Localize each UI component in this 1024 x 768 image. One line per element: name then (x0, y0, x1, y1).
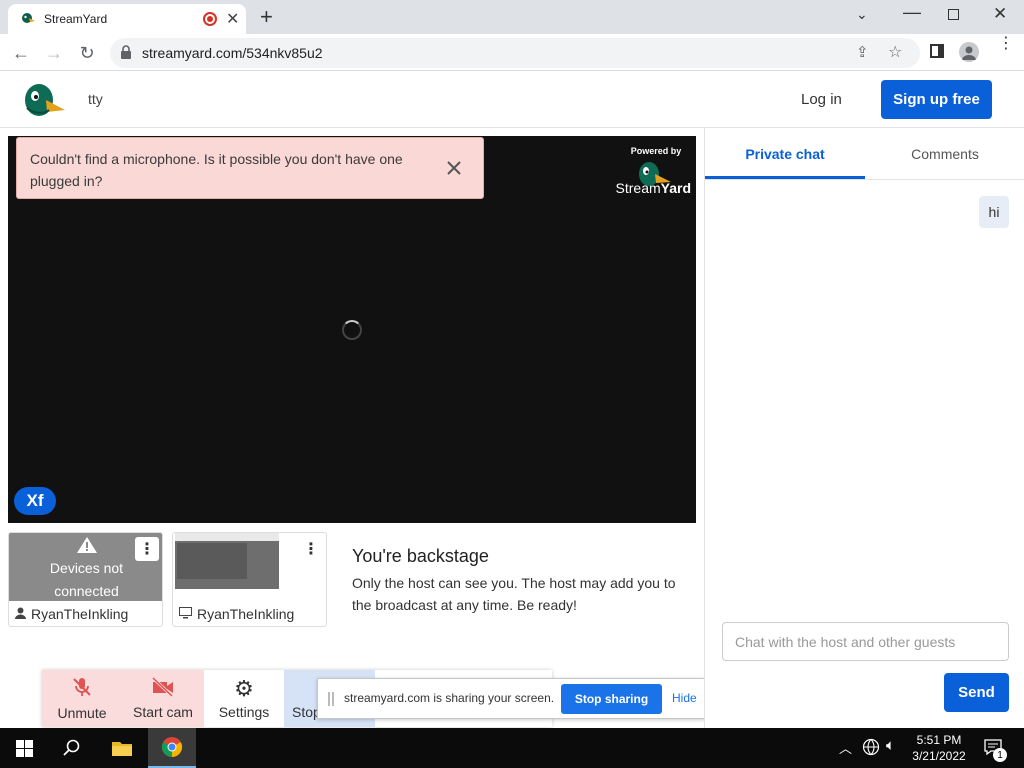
unmute-button[interactable]: Unmute (42, 670, 122, 727)
room-name: tty (88, 91, 103, 107)
notification-count-badge: 1 (993, 748, 1007, 762)
start-cam-button[interactable]: Start cam (122, 670, 204, 727)
browser-tabstrip: StreamYard ✕ + ⌄ — ✕ (0, 0, 1024, 34)
streamyard-favicon-icon (20, 11, 36, 32)
microphone-alert: Couldn't find a microphone. Is it possib… (16, 137, 484, 199)
address-bar[interactable]: streamyard.com/534nkv85u2 ⇪ ☆ (110, 38, 920, 68)
warning-icon (76, 536, 98, 559)
chrome-taskbar-icon[interactable] (148, 728, 196, 768)
close-alert-icon[interactable] (444, 158, 464, 178)
guest-name: RyanTheInkling (15, 606, 128, 622)
guest-tile-screen[interactable]: ⋮ RyanTheInkling (172, 532, 327, 627)
streamyard-logo[interactable] (22, 80, 66, 123)
close-window-icon[interactable]: ✕ (993, 4, 1007, 24)
forward-icon[interactable]: → (43, 42, 65, 64)
windows-start-icon[interactable] (0, 728, 48, 768)
tab-private-chat[interactable]: Private chat (705, 128, 865, 179)
devices-status: Devices not connected (49, 560, 124, 599)
login-link[interactable]: Log in (801, 91, 842, 108)
search-icon[interactable] (48, 728, 96, 768)
send-button[interactable]: Send (944, 673, 1009, 712)
screen-options-icon[interactable]: ⋮ (299, 537, 323, 561)
tray-chevron-icon[interactable]: ︿ (839, 738, 852, 757)
system-clock[interactable]: 5:51 PM 3/21/2022 (908, 732, 970, 764)
minimize-icon[interactable]: — (903, 2, 921, 23)
back-icon[interactable]: ← (10, 42, 32, 64)
close-tab-icon[interactable]: ✕ (226, 9, 239, 29)
screen-owner-name: RyanTheInkling (179, 606, 294, 622)
tab-comments[interactable]: Comments (865, 128, 1024, 179)
chat-input[interactable] (722, 622, 1009, 661)
mic-off-icon (71, 676, 93, 701)
url-text: streamyard.com/534nkv85u2 (142, 45, 323, 61)
screen-share-bar: streamyard.com is sharing your screen. S… (317, 678, 706, 719)
chrome-menu-icon[interactable]: ⋮ (998, 36, 1014, 52)
backstage-text: Only the host can see you. The host may … (352, 575, 676, 613)
reload-icon[interactable]: ↻ (76, 42, 98, 64)
profile-avatar-icon[interactable] (959, 42, 979, 62)
screen-share-preview (175, 533, 279, 589)
guest-tile-camera[interactable]: Devices not connected ⋮ RyanTheInkling (8, 532, 163, 627)
broadcast-stage: Couldn't find a microphone. Is it possib… (8, 136, 696, 523)
browser-toolbar: ← → ↻ streamyard.com/534nkv85u2 ⇪ ☆ ⋮ (0, 34, 1024, 71)
volume-icon[interactable]: 🔈︎ (886, 737, 895, 754)
file-explorer-icon[interactable] (98, 728, 146, 768)
backstage-title: You're backstage (352, 546, 489, 566)
side-panel-icon[interactable] (930, 44, 944, 58)
stop-sharing-button[interactable]: Stop sharing (561, 684, 662, 714)
alert-message: Couldn't find a microphone. Is it possib… (30, 151, 403, 189)
app-header: tty Log in Sign up free (0, 71, 1024, 128)
recording-icon (203, 12, 217, 26)
chat-message: hi (979, 196, 1009, 228)
browser-tab[interactable]: StreamYard ✕ (8, 4, 246, 34)
tab-title: StreamYard (44, 12, 108, 26)
powered-by-text: Powered by (630, 146, 682, 156)
new-tab-icon[interactable]: + (260, 4, 273, 30)
hide-link[interactable]: Hide (672, 691, 697, 705)
camera-off-icon (151, 676, 175, 700)
streamyard-duck-icon (637, 160, 673, 193)
lock-icon (120, 45, 132, 64)
powered-by-badge: Powered by StreamYard (611, 146, 691, 196)
settings-button[interactable]: ⚙ Settings (204, 670, 284, 727)
brand-badge[interactable]: Xf (14, 487, 56, 515)
signup-button[interactable]: Sign up free (881, 80, 992, 119)
network-icon[interactable] (862, 738, 880, 761)
bookmark-star-icon[interactable]: ☆ (888, 42, 902, 62)
sharing-message: streamyard.com is sharing your screen. (344, 691, 555, 705)
share-icon[interactable]: ⇪ (856, 43, 869, 61)
restore-icon[interactable] (948, 9, 959, 20)
chat-panel: Private chat Comments hi Send (704, 128, 1024, 728)
backstage-notice: You're backstage Only the host can see y… (338, 532, 696, 628)
guest-options-icon[interactable]: ⋮ (135, 537, 159, 561)
monitor-icon (179, 606, 192, 622)
gear-icon: ⚙ (234, 675, 254, 701)
loading-spinner-icon (342, 320, 362, 340)
tab-search-icon[interactable]: ⌄ (856, 6, 868, 23)
windows-taskbar: ︿ 🔈︎ 5:51 PM 3/21/2022 1 (0, 728, 1024, 768)
drag-handle-icon[interactable] (328, 692, 334, 706)
person-icon (15, 606, 26, 622)
